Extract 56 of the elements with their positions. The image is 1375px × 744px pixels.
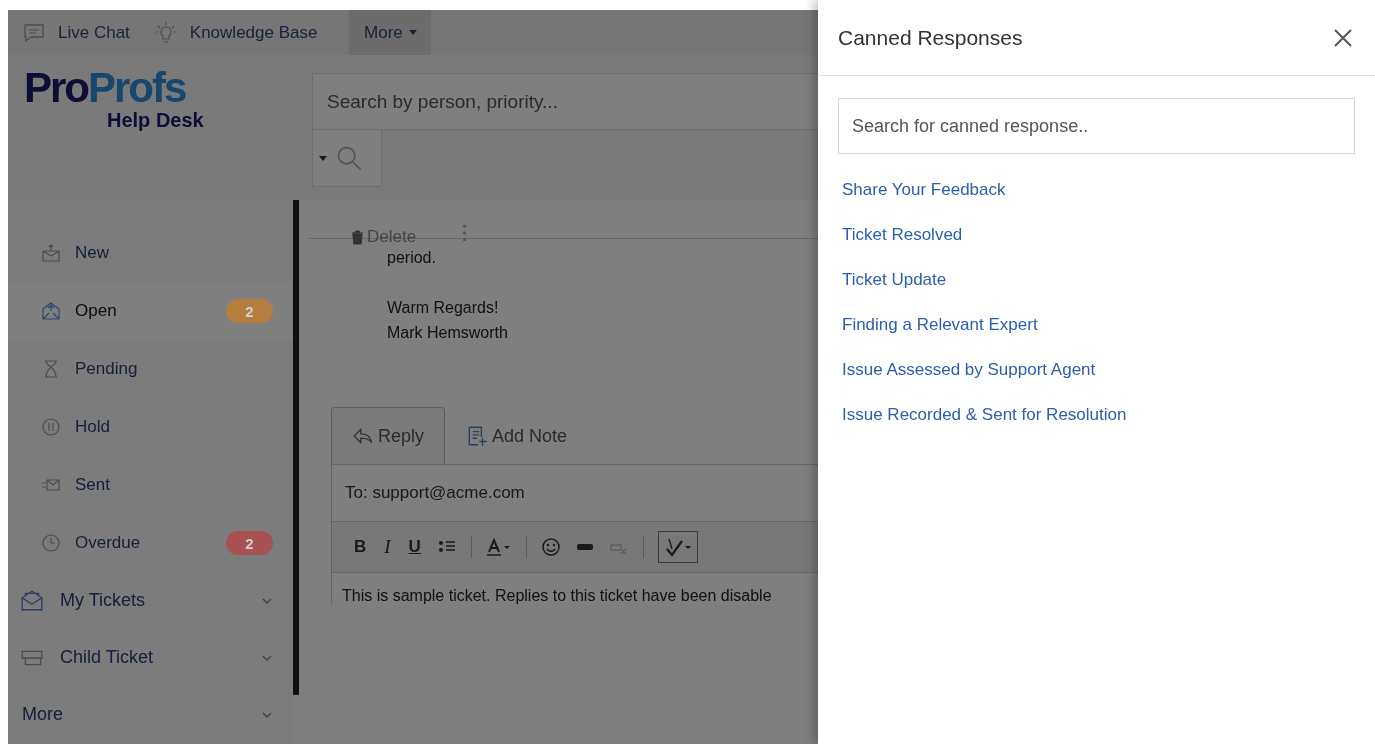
top-link[interactable]: Knowledge Base	[153, 20, 318, 45]
response-link[interactable]: Share Your Feedback	[842, 179, 1006, 201]
top-link[interactable]: Live Chat	[22, 20, 130, 45]
format-button[interactable]: B	[352, 537, 369, 557]
response-link[interactable]: Finding a Relevant Expert	[842, 314, 1038, 336]
more-menu[interactable]: More	[349, 10, 432, 55]
trash-icon	[351, 229, 364, 245]
group-label: Child Ticket	[60, 647, 155, 668]
count-badge: 2	[226, 531, 273, 555]
search-icon	[335, 144, 363, 172]
sidebar-item[interactable]: Hold	[8, 398, 293, 456]
close-icon[interactable]	[1333, 27, 1353, 48]
sidebar-item[interactable]: Pending	[8, 340, 293, 398]
message-line: period.	[387, 248, 437, 268]
response-link[interactable]: Ticket Update	[842, 269, 947, 291]
sidebar-item[interactable]: Overdue 2	[8, 514, 293, 572]
pause-icon	[41, 417, 61, 437]
lightbulb-icon	[153, 20, 178, 45]
signature-line: Warm Regards!	[387, 298, 500, 318]
logo[interactable]: ProProfs Help Desk	[8, 55, 312, 200]
editor-tab[interactable]: Reply	[331, 407, 446, 464]
sidebar-group[interactable]: My Tickets	[8, 572, 293, 629]
item-label: Hold	[75, 417, 111, 437]
item-label: Sent	[75, 475, 111, 495]
sidebar-item[interactable]: New	[8, 224, 293, 282]
item-label: Overdue	[75, 533, 142, 553]
format-button[interactable]: I	[382, 536, 393, 558]
envelope-icon	[20, 588, 44, 613]
delete-action[interactable]: Delete	[351, 227, 417, 247]
response-link[interactable]: Issue Assessed by Support Agent	[842, 359, 1096, 381]
sidebar-group[interactable]: More	[8, 686, 293, 743]
count-badge: 2	[226, 299, 273, 323]
search-field[interactable]: Search by person, priority...	[312, 73, 818, 130]
smiley-icon[interactable]	[540, 537, 561, 557]
editor-tab[interactable]: Add Note	[445, 407, 589, 464]
response-link[interactable]: Issue Recorded & Sent for Resolution	[842, 404, 1127, 426]
response-link[interactable]: Ticket Resolved	[842, 224, 963, 246]
sidebar-group[interactable]: Child Ticket	[8, 629, 293, 686]
spellcheck-icon[interactable]	[657, 531, 698, 563]
signature-line: Mark Hemsworth	[387, 323, 509, 343]
caret-icon	[408, 30, 417, 35]
item-label: Pending	[75, 359, 139, 379]
item-label: New	[75, 243, 110, 263]
sidebar-item[interactable]: Sent	[8, 456, 293, 514]
add-note-icon	[466, 425, 489, 447]
search-field[interactable]: Search for canned response..	[838, 98, 1355, 154]
reply-text[interactable]: This is sample ticket. Replies to this ticket have been disable	[332, 573, 818, 605]
inbox-icon	[41, 243, 61, 263]
text-color-icon[interactable]	[485, 537, 512, 557]
clock-icon	[41, 533, 61, 553]
group-label: More	[22, 704, 64, 725]
format-button[interactable]: U	[406, 537, 423, 557]
group-label: My Tickets	[60, 590, 146, 611]
panel-title: Canned Responses	[838, 25, 1023, 50]
open-envelope-icon	[41, 301, 61, 321]
item-label: Open	[75, 301, 118, 321]
